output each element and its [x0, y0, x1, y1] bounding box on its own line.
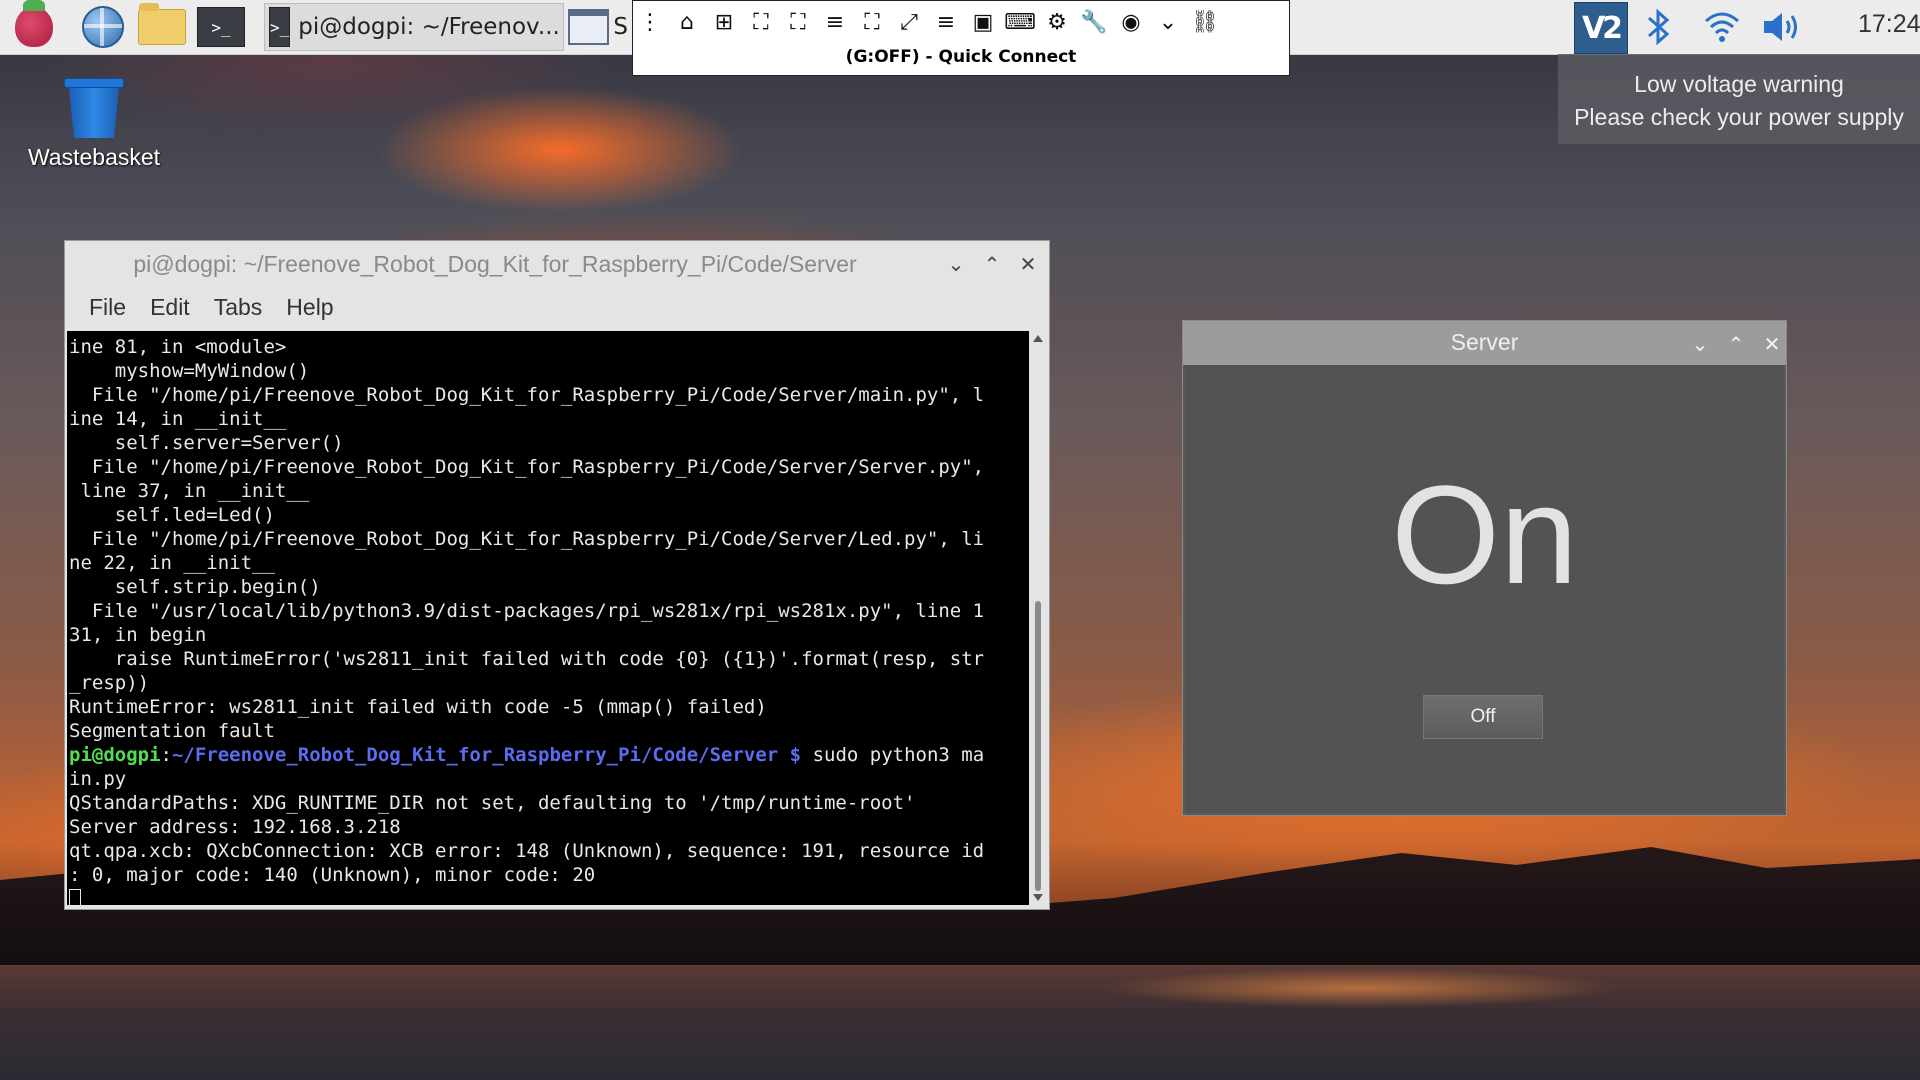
wifi-icon[interactable]	[1700, 6, 1744, 48]
server-content: On Off	[1185, 365, 1784, 813]
raspberry-pi-menu-button[interactable]	[6, 0, 62, 51]
taskbar-task-terminal[interactable]: >_ pi@dogpi: ~/Freenov...	[264, 3, 564, 51]
terminal-line: QStandardPaths: XDG_RUNTIME_DIR not set,…	[69, 792, 916, 814]
minimize-button[interactable]: ⌄	[941, 249, 971, 279]
keyboard-icon[interactable]: ⌨	[1004, 10, 1036, 36]
expand-icon[interactable]: ⤢	[896, 10, 922, 36]
server-window: Server ⌄ ⌃ ✕ On Off	[1182, 320, 1787, 816]
close-button[interactable]: ✕	[1013, 249, 1043, 279]
menu-tabs[interactable]: Tabs	[202, 294, 275, 321]
terminal-line: File "/home/pi/Freenove_Robot_Dog_Kit_fo…	[69, 456, 985, 478]
prompt-path: ~/Freenove_Robot_Dog_Kit_for_Raspberry_P…	[171, 744, 802, 766]
terminal-cursor	[69, 888, 81, 905]
desktop-icon-label: Wastebasket	[27, 144, 161, 170]
chevron-down-icon[interactable]: ⌄	[1155, 10, 1181, 36]
terminal-titlebar[interactable]: pi@dogpi: ~/Freenove_Robot_Dog_Kit_for_R…	[65, 241, 1049, 287]
wastebasket-icon	[64, 76, 124, 138]
terminal-line: _resp))	[69, 672, 150, 694]
raspberry-pi-menu-icon	[15, 0, 53, 47]
terminal-line: RuntimeError: ws2811_init failed with co…	[69, 696, 767, 718]
terminal-launcher[interactable]: >_	[196, 3, 246, 51]
scale-icon[interactable]: ⛶	[859, 10, 885, 36]
terminal-line: raise RuntimeError('ws2811_init failed w…	[69, 648, 985, 670]
notification-message: Please check your power supply	[1574, 104, 1904, 130]
desktop-icon-wastebasket[interactable]: Wastebasket	[18, 76, 170, 171]
maximize-button[interactable]: ⌃	[1721, 329, 1751, 359]
terminal-line: ine 81, in <module>	[69, 336, 287, 358]
terminal-line: : 0, major code: 140 (Unknown), minor co…	[69, 864, 596, 886]
web-browser-icon	[82, 6, 124, 48]
disconnect-icon[interactable]: ⛓	[1191, 10, 1219, 36]
scroll-down-arrow-icon[interactable]	[1033, 894, 1043, 901]
terminal-prompt-line: pi@dogpi:~/Freenove_Robot_Dog_Kit_for_Ra…	[69, 743, 1027, 767]
server-titlebar[interactable]: Server ⌄ ⌃ ✕	[1183, 321, 1786, 365]
server-state-label: On	[1391, 456, 1578, 613]
terminal-line: in.py	[69, 768, 127, 790]
file-manager-icon	[138, 3, 186, 45]
vnc-server-tray-icon[interactable]: V2	[1574, 2, 1628, 54]
bluetooth-icon[interactable]	[1642, 6, 1676, 48]
minimize-button[interactable]: ⌄	[1685, 329, 1715, 359]
terminal-line: ne 22, in __init__	[69, 552, 275, 574]
tools-icon[interactable]: 🔧	[1080, 10, 1107, 36]
terminal-line: Segmentation fault	[69, 720, 275, 742]
maximize-button[interactable]: ⌃	[977, 249, 1007, 279]
fit-window-icon[interactable]: ⛶	[748, 10, 774, 36]
scrollbar-thumb[interactable]	[1035, 601, 1041, 891]
terminal-menu-bar: File Edit Tabs Help	[65, 287, 1049, 327]
wallpaper-lake	[0, 965, 1920, 1080]
terminal-line: line 37, in __init__	[69, 480, 310, 502]
home-icon[interactable]: ⌂	[674, 10, 700, 36]
terminal-output[interactable]: ine 81, in <module> myshow=MyWindow() Fi…	[67, 331, 1029, 905]
terminal-line: File "/home/pi/Freenove_Robot_Dog_Kit_fo…	[69, 528, 985, 550]
taskbar-task-label: pi@dogpi: ~/Freenov...	[298, 14, 560, 40]
terminal-line: self.strip.begin()	[69, 576, 321, 598]
vnc-viewer-toolbar: ⋮ ⌂ ⊞ ⛶ ⛶ ≡ ⛶ ⤢ ≡ ▣ ⌨ ⚙ 🔧 ◉ ⌄ ⛓ (G:OFF) - Quick Connect	[632, 0, 1290, 76]
terminal-cursor-line	[69, 887, 1027, 905]
window-icon	[568, 9, 610, 45]
terminal-line: qt.qpa.xcb: QXcbConnection: XCB error: 1…	[69, 840, 985, 862]
menu-dots-icon[interactable]: ⋮	[637, 10, 663, 36]
prompt-separator: :	[160, 744, 172, 766]
web-browser-launcher[interactable]	[78, 3, 128, 51]
clock[interactable]: 17:24	[1858, 10, 1920, 39]
terminal-line: File "/home/pi/Freenove_Robot_Dog_Kit_fo…	[69, 384, 985, 406]
menu-help[interactable]: Help	[274, 294, 345, 321]
terminal-icon: >_	[269, 7, 291, 47]
terminal-line: self.server=Server()	[69, 432, 344, 454]
terminal-line: File "/usr/local/lib/python3.9/dist-pack…	[69, 600, 985, 622]
new-connection-icon[interactable]: ⊞	[711, 10, 737, 36]
taskbar-task-server[interactable]: S	[568, 3, 628, 51]
terminal-icon: >_	[197, 7, 245, 47]
terminal-line: self.led=Led()	[69, 504, 275, 526]
settings-icon[interactable]: ⚙	[1044, 10, 1070, 36]
close-button[interactable]: ✕	[1757, 329, 1787, 359]
volume-icon[interactable]	[1758, 6, 1806, 48]
terminal-line: Server address: 192.168.3.218	[69, 816, 401, 838]
terminal-line: 31, in begin	[69, 624, 207, 646]
vnc-connection-title: (G:OFF) - Quick Connect	[845, 47, 1077, 67]
prompt-command: sudo python3 ma	[801, 744, 985, 766]
file-manager-launcher[interactable]	[134, 3, 190, 51]
low-voltage-notification[interactable]: Low voltage warning Please check your po…	[1558, 54, 1920, 144]
preferences-menu-icon[interactable]: ≡	[933, 10, 959, 36]
terminal-scrollbar[interactable]	[1029, 331, 1047, 905]
fullscreen-icon[interactable]: ⛶	[785, 10, 811, 36]
toolbar-menu-icon[interactable]: ≡	[822, 10, 848, 36]
notification-title: Low voltage warning	[1634, 71, 1844, 97]
window-icon[interactable]: ▣	[970, 10, 996, 36]
prompt-user: pi@dogpi	[69, 744, 161, 766]
terminal-line: myshow=MyWindow()	[69, 360, 310, 382]
terminal-line: ine 14, in __init__	[69, 408, 287, 430]
menu-file[interactable]: File	[77, 294, 138, 321]
scroll-up-arrow-icon[interactable]	[1033, 335, 1043, 342]
menu-edit[interactable]: Edit	[138, 294, 202, 321]
taskbar-task-label: S	[613, 14, 628, 40]
wallpaper-reflection	[1100, 968, 1620, 1008]
screenshot-icon[interactable]: ◉	[1118, 10, 1144, 36]
window-title: pi@dogpi: ~/Freenove_Robot_Dog_Kit_for_R…	[133, 250, 857, 277]
server-toggle-button[interactable]: Off	[1423, 695, 1543, 739]
terminal-window: pi@dogpi: ~/Freenove_Robot_Dog_Kit_for_R…	[64, 240, 1050, 910]
